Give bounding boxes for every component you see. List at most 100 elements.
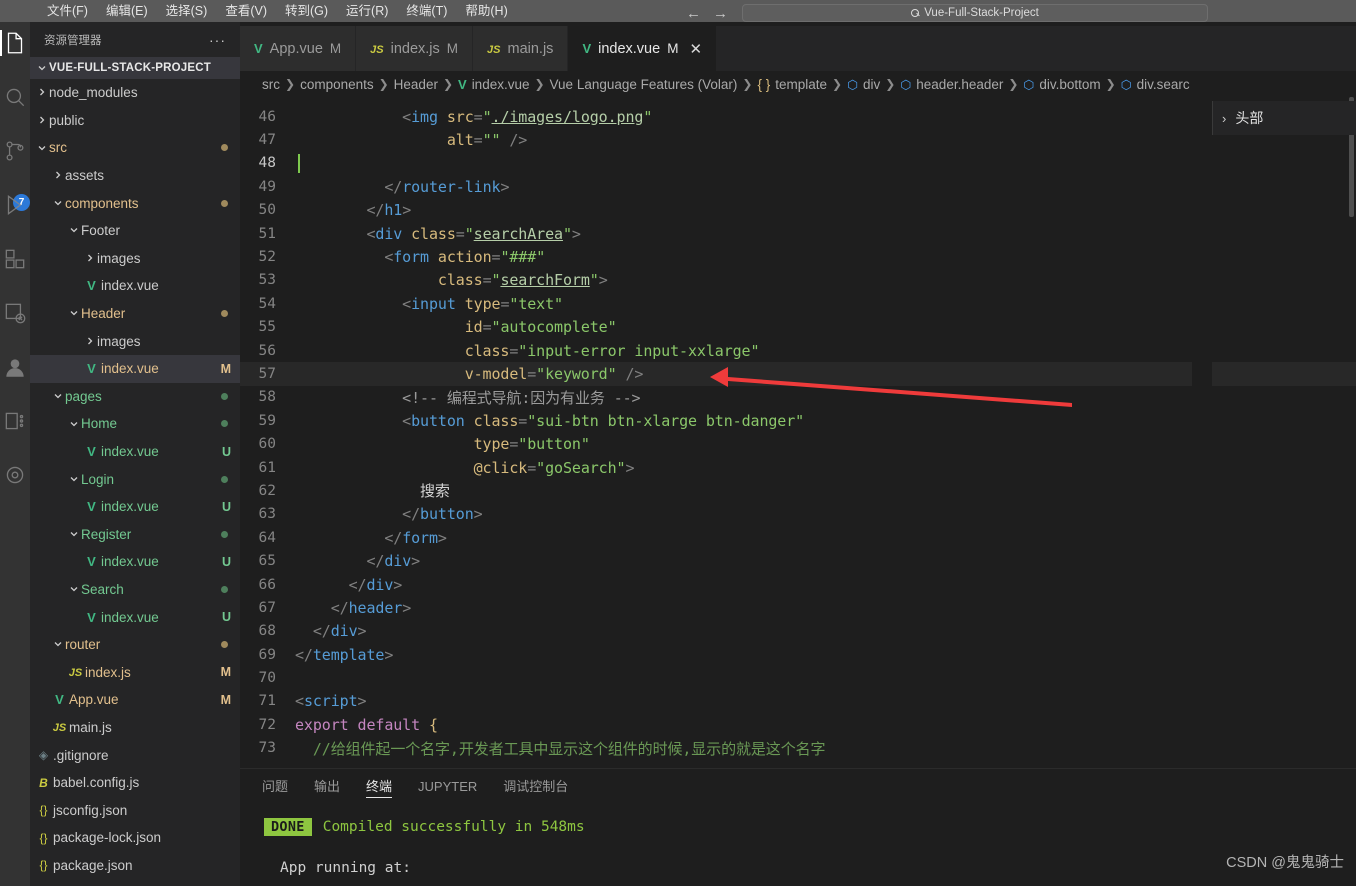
more-actions-icon[interactable]: ··· — [209, 32, 226, 48]
code-line-47[interactable]: 47 alt="" /> — [240, 128, 1356, 151]
breadcrumb-item-Vue Language Features (Volar)[interactable]: Vue Language Features (Volar) — [550, 77, 738, 92]
menu-item-terminal[interactable]: 终端(T) — [397, 0, 456, 22]
menu-item-go[interactable]: 转到(G) — [276, 0, 337, 22]
menu-item-edit[interactable]: 编辑(E) — [97, 0, 157, 22]
tree-folder-public[interactable]: public — [30, 107, 240, 135]
chevron-right-icon[interactable] — [34, 87, 49, 98]
code-line-54[interactable]: 54 <input type="text" — [240, 292, 1356, 315]
chevron-down-icon[interactable] — [50, 391, 65, 402]
panel-tab-问题[interactable]: 问题 — [262, 769, 288, 804]
remote-explorer-icon[interactable] — [2, 408, 28, 434]
code-line-70[interactable]: 70 — [240, 666, 1356, 689]
code-line-53[interactable]: 53 class="searchForm"> — [240, 269, 1356, 292]
breadcrumb-item-div.bottom[interactable]: ⬡div.bottom — [1023, 77, 1100, 92]
breadcrumb-item-components[interactable]: components — [300, 77, 374, 92]
tree-folder-Register[interactable]: Register — [30, 521, 240, 549]
chevron-down-icon[interactable] — [50, 198, 65, 209]
tree-file-babel.config.js[interactable]: Bbabel.config.js — [30, 769, 240, 797]
outline-peek-widget[interactable]: › 头部 — [1212, 101, 1356, 135]
breadcrumb-item-src[interactable]: src — [262, 77, 280, 92]
code-editor[interactable]: 46 <img src="./images/logo.png"47 alt=""… — [240, 97, 1356, 768]
breadcrumb-item-div.searc[interactable]: ⬡div.searc — [1121, 77, 1190, 92]
menu-item-view[interactable]: 查看(V) — [216, 0, 276, 22]
navigate-forward-icon[interactable]: → — [707, 5, 734, 22]
breadcrumb-item-template[interactable]: { }template — [757, 77, 827, 92]
workspace-root-row[interactable]: VUE-FULL-STACK-PROJECT — [30, 57, 240, 79]
chevron-down-icon[interactable] — [66, 529, 81, 540]
code-line-46[interactable]: 46 <img src="./images/logo.png" — [240, 105, 1356, 128]
tree-folder-components[interactable]: components — [30, 189, 240, 217]
tree-folder-images[interactable]: images — [30, 327, 240, 355]
chevron-right-icon[interactable] — [34, 115, 49, 126]
tree-folder-pages[interactable]: pages — [30, 383, 240, 411]
menu-item-help[interactable]: 帮助(H) — [456, 0, 516, 22]
code-line-65[interactable]: 65 </div> — [240, 549, 1356, 572]
chevron-right-icon[interactable]: › — [1213, 111, 1235, 126]
code-line-49[interactable]: 49 </router-link> — [240, 175, 1356, 198]
code-line-64[interactable]: 64 </form> — [240, 526, 1356, 549]
tree-file-index.vue[interactable]: Vindex.vueU — [30, 438, 240, 466]
chevron-down-icon[interactable] — [66, 225, 81, 236]
panel-tab-输出[interactable]: 输出 — [314, 769, 340, 804]
code-line-69[interactable]: 69</template> — [240, 643, 1356, 666]
tree-file-App.vue[interactable]: VApp.vueM — [30, 686, 240, 714]
code-line-48[interactable]: 48 — [240, 152, 1356, 175]
explorer-icon[interactable] — [2, 30, 28, 56]
tree-file-jsconfig.json[interactable]: {}jsconfig.json — [30, 796, 240, 824]
chevron-down-icon[interactable] — [34, 63, 49, 74]
tree-folder-src[interactable]: src — [30, 134, 240, 162]
tree-folder-Login[interactable]: Login — [30, 465, 240, 493]
tree-file-package-lock.json[interactable]: {}package-lock.json — [30, 824, 240, 852]
tree-folder-assets[interactable]: assets — [30, 162, 240, 190]
panel-tab-终端[interactable]: 终端 — [366, 769, 392, 804]
tree-folder-Footer[interactable]: Footer — [30, 217, 240, 245]
panel-tab-JUPYTER[interactable]: JUPYTER — [418, 769, 477, 804]
source-control-icon[interactable] — [2, 138, 28, 164]
code-line-60[interactable]: 60 type="button" — [240, 432, 1356, 455]
chevron-down-icon[interactable] — [50, 639, 65, 650]
tree-file-main.js[interactable]: JSmain.js — [30, 714, 240, 742]
code-line-68[interactable]: 68 </div> — [240, 620, 1356, 643]
editor-tab-main.js[interactable]: JSmain.js — [473, 26, 568, 71]
code-line-67[interactable]: 67 </header> — [240, 596, 1356, 619]
menu-item-file[interactable]: 文件(F) — [38, 0, 97, 22]
tree-file-index.vue[interactable]: Vindex.vueU — [30, 493, 240, 521]
breadcrumb-item-header.header[interactable]: ⬡header.header — [900, 77, 1003, 92]
navigate-back-icon[interactable]: ← — [680, 5, 707, 22]
editor-tab-index.js[interactable]: JSindex.jsM — [356, 26, 473, 71]
chevron-down-icon[interactable] — [66, 418, 81, 429]
tree-folder-Search[interactable]: Search — [30, 576, 240, 604]
run-debug-icon[interactable] — [2, 192, 28, 218]
tree-file-index.js[interactable]: JSindex.jsM — [30, 658, 240, 686]
tree-file-index.vue[interactable]: Vindex.vueU — [30, 603, 240, 631]
code-line-66[interactable]: 66 </div> — [240, 573, 1356, 596]
chevron-down-icon[interactable] — [66, 584, 81, 595]
code-line-63[interactable]: 63 </button> — [240, 503, 1356, 526]
breadcrumb-item-div[interactable]: ⬡div — [847, 77, 880, 92]
code-line-71[interactable]: 71<script> — [240, 690, 1356, 713]
editor-tab-index.vue[interactable]: Vindex.vueM✕ — [568, 26, 717, 71]
code-line-55[interactable]: 55 id="autocomplete" — [240, 316, 1356, 339]
tree-file-.gitignore[interactable]: ◈.gitignore — [30, 741, 240, 769]
code-line-52[interactable]: 52 <form action="###" — [240, 245, 1356, 268]
tree-folder-node_modules[interactable]: node_modules — [30, 79, 240, 107]
chevron-down-icon[interactable] — [66, 474, 81, 485]
tree-folder-Header[interactable]: Header — [30, 300, 240, 328]
code-line-72[interactable]: 72export default { — [240, 713, 1356, 736]
menu-item-run[interactable]: 运行(R) — [337, 0, 397, 22]
code-line-51[interactable]: 51 <div class="searchArea"> — [240, 222, 1356, 245]
search-icon[interactable] — [2, 84, 28, 110]
tree-folder-images[interactable]: images — [30, 245, 240, 273]
chevron-down-icon[interactable] — [34, 142, 49, 153]
chevron-right-icon[interactable] — [82, 336, 97, 347]
menu-item-selection[interactable]: 选择(S) — [157, 0, 217, 22]
breadcrumb-item-index.vue[interactable]: Vindex.vue — [458, 77, 529, 92]
code-line-50[interactable]: 50 </h1> — [240, 199, 1356, 222]
code-line-61[interactable]: 61 @click="goSearch"> — [240, 456, 1356, 479]
code-line-73[interactable]: 73 //给组件起一个名字,开发者工具中显示这个组件的时候,显示的就是这个名字 — [240, 737, 1356, 760]
tree-file-package.json[interactable]: {}package.json — [30, 852, 240, 880]
chevron-down-icon[interactable] — [66, 308, 81, 319]
tree-file-index.vue[interactable]: Vindex.vueM — [30, 355, 240, 383]
testing-icon[interactable] — [2, 300, 28, 326]
extensions-icon[interactable] — [2, 246, 28, 272]
